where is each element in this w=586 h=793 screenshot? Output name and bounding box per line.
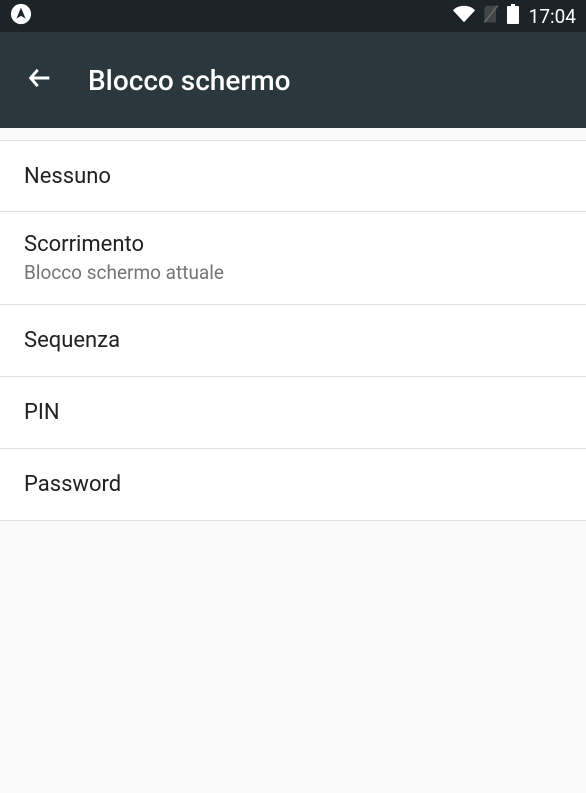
status-time: 17:04 [529,5,576,28]
app-bar: Blocco schermo [0,32,586,128]
arrow-back-icon [26,64,54,96]
location-icon [10,3,32,29]
option-subtitle: Blocco schermo attuale [24,261,562,284]
option-title: Sequenza [24,328,562,353]
battery-icon [507,4,519,28]
option-title: PIN [24,400,562,425]
option-swipe[interactable]: Scorrimento Blocco schermo attuale [0,212,586,305]
wifi-icon [453,3,475,29]
page-title: Blocco schermo [88,64,291,97]
option-title: Nessuno [24,164,562,189]
no-sim-icon [481,4,501,28]
option-title: Password [24,472,562,497]
option-pin[interactable]: PIN [0,377,586,449]
option-pattern[interactable]: Sequenza [0,305,586,377]
option-title: Scorrimento [24,232,562,257]
option-password[interactable]: Password [0,449,586,521]
status-bar: 17:04 [0,0,586,32]
back-button[interactable] [20,60,60,100]
lock-options-list: Nessuno Scorrimento Blocco schermo attua… [0,140,586,521]
option-none[interactable]: Nessuno [0,140,586,212]
